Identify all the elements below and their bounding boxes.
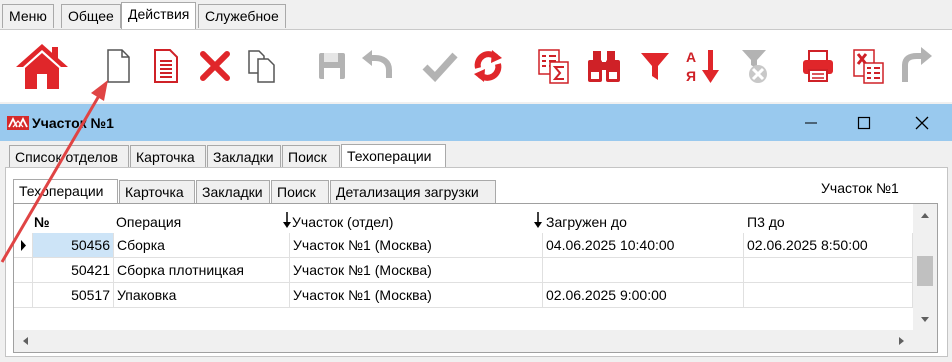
inner-tab-card[interactable]: Карточка — [119, 180, 195, 204]
current-row-indicator-icon — [14, 233, 33, 258]
cell-area[interactable]: Участок №1 (Москва) — [290, 258, 543, 283]
cell-operation[interactable]: Сборка — [114, 233, 290, 258]
copy-icon — [248, 50, 275, 83]
sort-down-arrow-icon — [533, 210, 547, 234]
excel-export-button[interactable] — [846, 42, 890, 90]
toolbar: А Я — [0, 30, 952, 102]
clear-filter-button[interactable] — [732, 42, 776, 90]
edit-document-icon — [154, 49, 178, 83]
inner-tab-load-detail[interactable]: Детализация загрузки — [330, 180, 496, 204]
print-button[interactable] — [796, 42, 840, 90]
copy-button[interactable] — [240, 42, 284, 90]
delete-icon — [200, 51, 230, 81]
sum-report-button[interactable] — [531, 42, 575, 90]
inner-tab-techoperations[interactable]: Техоперации — [13, 179, 118, 204]
cell-area[interactable]: Участок №1 (Москва) — [290, 283, 543, 308]
forward-icon — [902, 47, 932, 82]
refresh-button[interactable] — [466, 42, 510, 90]
undo-icon — [362, 50, 392, 78]
refresh-icon — [474, 50, 502, 82]
maximize-icon — [857, 116, 871, 130]
home-button[interactable] — [12, 42, 72, 90]
maximize-button[interactable] — [853, 112, 875, 134]
cell-area[interactable]: Участок №1 (Москва) — [290, 233, 543, 258]
scrollbar-corner — [913, 330, 937, 352]
cell-number[interactable]: 50456 — [33, 233, 114, 258]
cell-operation[interactable]: Сборка плотницкая — [114, 258, 290, 283]
forward-button[interactable] — [894, 42, 938, 90]
clear-filter-icon — [742, 50, 767, 83]
horizontal-scrollbar[interactable] — [14, 330, 913, 352]
table-row[interactable]: 50456 Сборка Участок №1 (Москва) 04.06.2… — [14, 233, 913, 258]
current-area-label: Участок №1 — [821, 180, 899, 196]
binoculars-icon — [588, 51, 620, 82]
confirm-button[interactable] — [418, 42, 462, 90]
edit-document-button[interactable] — [144, 42, 188, 90]
cell-number[interactable]: 50421 — [33, 258, 114, 283]
undo-button[interactable] — [356, 42, 400, 90]
cell-loaded-until[interactable]: 04.06.2025 10:40:00 — [543, 233, 744, 258]
save-icon — [319, 53, 345, 79]
menu-tab-menu[interactable]: Меню — [2, 4, 54, 28]
new-document-icon — [107, 49, 130, 83]
svg-text:Я: Я — [686, 68, 696, 84]
close-window-button[interactable] — [911, 112, 933, 134]
close-icon — [915, 116, 929, 130]
app-logo-icon — [7, 116, 29, 130]
row-indicator — [14, 258, 33, 283]
window-title: Участок №1 — [32, 115, 114, 131]
cell-pz-until[interactable]: 02.06.2025 8:50:00 — [744, 233, 913, 258]
menu-tab-service[interactable]: Служебное — [198, 4, 286, 28]
delete-button[interactable] — [193, 42, 237, 90]
sum-report-icon — [538, 49, 569, 84]
menu-tab-bar: Меню Общее Действия Служебное — [0, 0, 952, 30]
tab-department-list[interactable]: Список отделов — [9, 145, 129, 169]
tab-techoperations[interactable]: Техоперации — [341, 144, 446, 169]
excel-export-icon — [853, 49, 884, 84]
menu-tab-actions[interactable]: Действия — [121, 2, 197, 30]
cell-loaded-until[interactable]: 02.06.2025 9:00:00 — [543, 283, 744, 308]
scrollbar-arrows-icon — [23, 337, 904, 345]
tab-card[interactable]: Карточка — [130, 145, 206, 169]
cell-number[interactable]: 50517 — [33, 283, 114, 308]
techoperations-grid[interactable]: № Операция Участок (отдел) Загружен до П… — [14, 204, 913, 330]
table-row[interactable]: 50421 Сборка плотницкая Участок №1 (Моск… — [14, 258, 913, 283]
scrollbar-arrows-icon — [917, 213, 933, 322]
menu-tab-general[interactable]: Общее — [61, 4, 121, 28]
column-header-loaded-until[interactable]: Загружен до — [546, 210, 741, 234]
cell-pz-until[interactable] — [744, 283, 913, 308]
inner-tab-search[interactable]: Поиск — [271, 180, 329, 204]
print-icon — [803, 50, 833, 82]
sort-alpha-icon: А Я — [686, 49, 719, 84]
svg-text:А: А — [686, 49, 696, 65]
new-document-button[interactable] — [96, 42, 140, 90]
cell-operation[interactable]: Упаковка — [114, 283, 290, 308]
tab-search[interactable]: Поиск — [282, 145, 340, 169]
column-header-area[interactable]: Участок (отдел) — [292, 210, 532, 234]
column-header-number[interactable]: № — [34, 210, 104, 234]
window-titlebar: Участок №1 — [0, 104, 952, 141]
checkmark-icon — [422, 52, 458, 82]
search-binoculars-button[interactable] — [582, 42, 626, 90]
vertical-scrollbar[interactable] — [913, 204, 937, 330]
cell-loaded-until[interactable] — [543, 258, 744, 283]
row-indicator — [14, 283, 33, 308]
minimize-icon — [805, 122, 817, 124]
table-row[interactable]: 50517 Упаковка Участок №1 (Москва) 02.06… — [14, 283, 913, 308]
filter-icon — [641, 53, 669, 80]
tab-bookmarks[interactable]: Закладки — [207, 145, 281, 169]
column-header-operation[interactable]: Операция — [116, 210, 276, 234]
minimize-button[interactable] — [800, 112, 822, 134]
cell-pz-until[interactable] — [744, 258, 913, 283]
filter-button[interactable] — [633, 42, 677, 90]
sort-button[interactable]: А Я — [680, 42, 724, 90]
home-icon — [16, 44, 68, 89]
save-button[interactable] — [310, 42, 354, 90]
column-header-pz-until[interactable]: П3 до — [747, 210, 907, 234]
inner-tab-bookmarks[interactable]: Закладки — [196, 180, 270, 204]
